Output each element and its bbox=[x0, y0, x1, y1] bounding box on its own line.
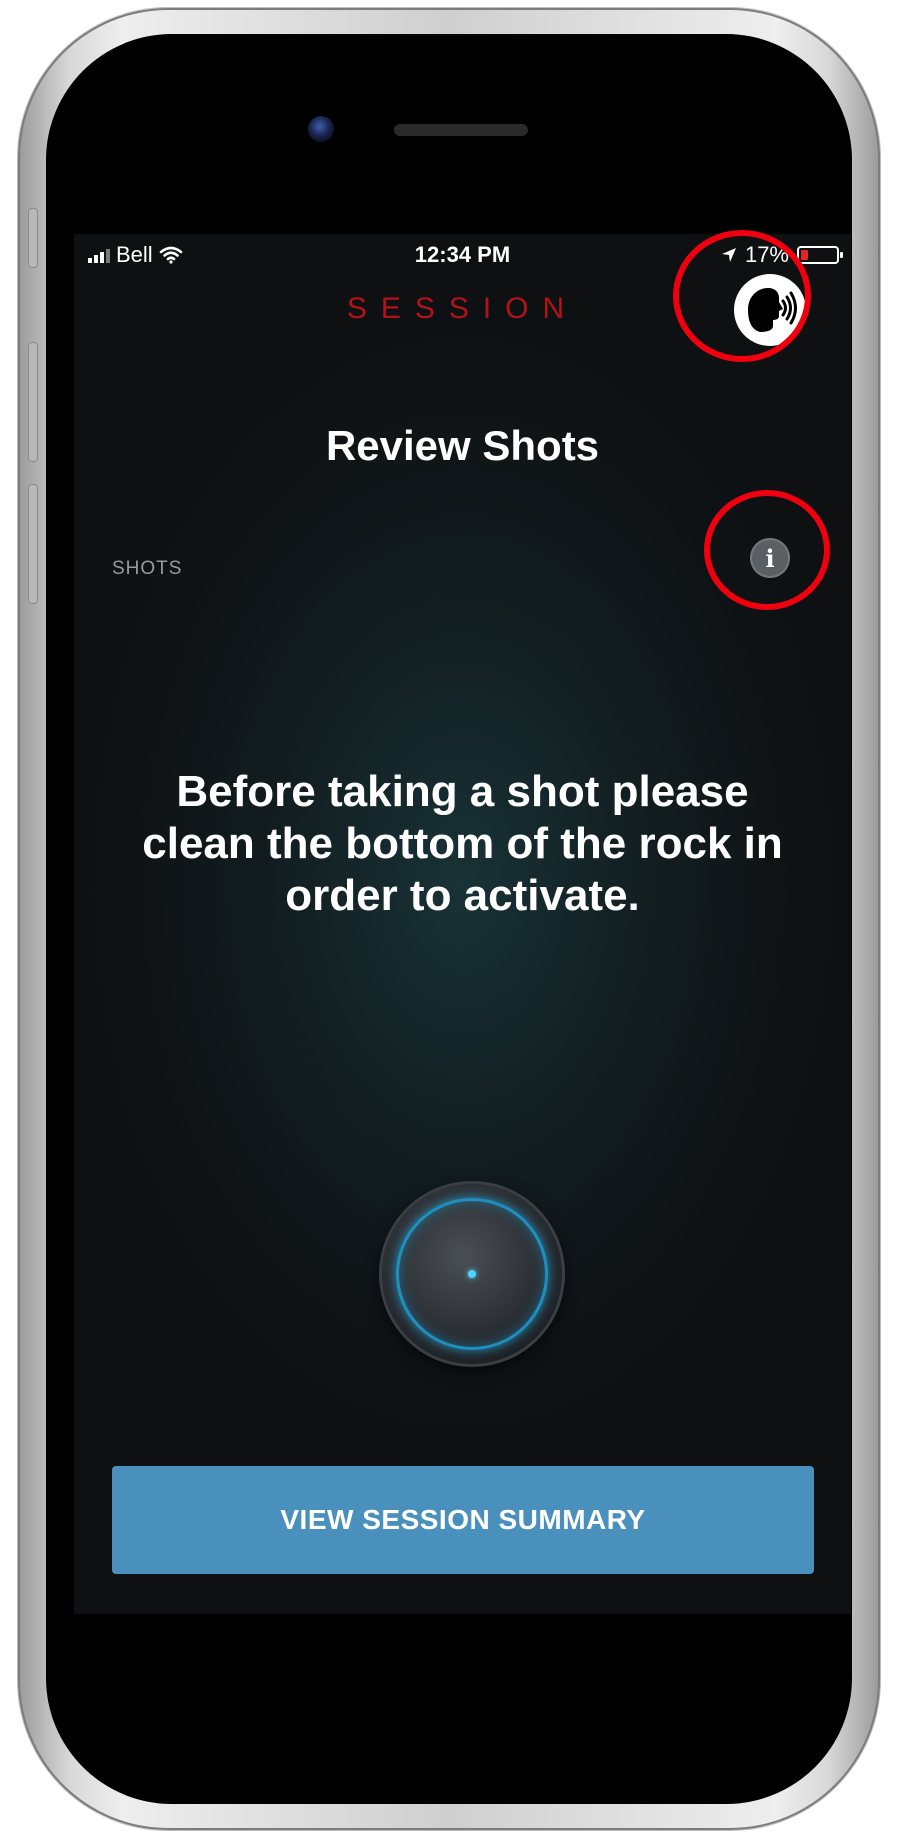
speaking-head-icon bbox=[743, 283, 797, 337]
view-session-summary-button[interactable]: VIEW SESSION SUMMARY bbox=[112, 1466, 814, 1574]
status-right: 17% bbox=[721, 242, 843, 268]
instruction-text: Before taking a shot please clean the bo… bbox=[142, 767, 783, 920]
location-arrow-icon bbox=[721, 248, 736, 262]
volume-down-button bbox=[28, 484, 38, 604]
info-button[interactable]: i bbox=[750, 538, 790, 578]
page-title: Review Shots bbox=[325, 422, 600, 469]
voice-assist-button[interactable] bbox=[734, 274, 806, 346]
rock-indicator-dot bbox=[468, 1270, 476, 1278]
mute-switch bbox=[28, 208, 38, 268]
curling-rock-sensor-icon bbox=[382, 1184, 562, 1364]
earpiece-speaker bbox=[394, 124, 528, 136]
battery-icon bbox=[797, 246, 843, 264]
front-camera bbox=[308, 116, 334, 142]
info-icon: i bbox=[765, 543, 775, 573]
battery-percent: 17% bbox=[744, 242, 789, 267]
app-screen: Bell 12:34 PM 17% SESSION Review Shots S… bbox=[74, 234, 851, 1614]
volume-up-button bbox=[28, 342, 38, 462]
shots-label: SHOTS bbox=[112, 558, 183, 579]
status-bar: Bell 12:34 PM 17% bbox=[74, 234, 851, 276]
